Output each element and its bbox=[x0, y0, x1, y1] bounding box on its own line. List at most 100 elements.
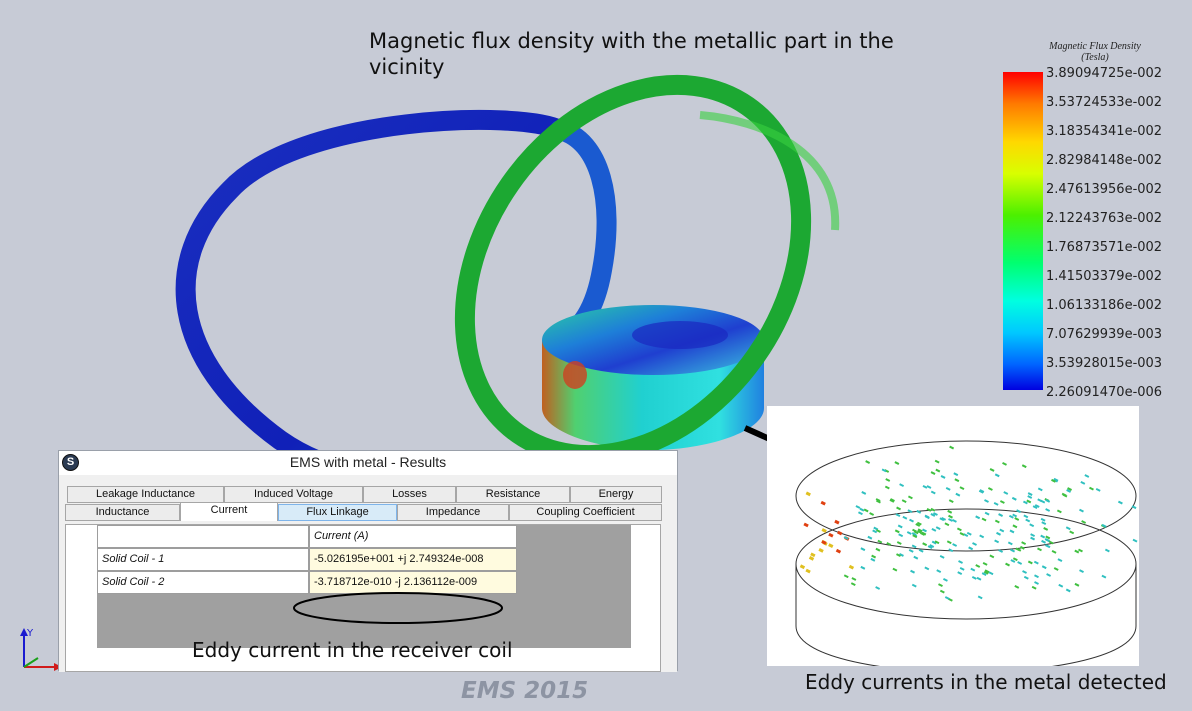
eddy-vector bbox=[1034, 574, 1039, 579]
tab-energy[interactable]: Energy bbox=[570, 486, 662, 503]
eddy-vector bbox=[1012, 557, 1018, 562]
eddy-vector bbox=[922, 484, 928, 489]
eddy-vector bbox=[1057, 558, 1063, 563]
eddy-vector bbox=[972, 542, 977, 546]
eddy-vector bbox=[821, 540, 827, 545]
eddy-vector bbox=[1027, 492, 1033, 496]
legend-value: 2.47613956e-002 bbox=[1046, 182, 1163, 197]
eddy-vector bbox=[1033, 560, 1039, 565]
eddy-vector bbox=[959, 566, 965, 571]
eddy-vector bbox=[1065, 588, 1071, 593]
eddy-vector bbox=[871, 554, 877, 559]
eddy-vector bbox=[994, 539, 1000, 544]
eddy-vector bbox=[1016, 547, 1022, 552]
tab-flux-linkage[interactable]: Flux Linkage bbox=[278, 504, 397, 521]
eddy-vector bbox=[848, 564, 855, 570]
eddy-vector bbox=[1012, 513, 1018, 518]
eddy-vector bbox=[939, 555, 945, 559]
eddy-vector bbox=[875, 586, 881, 590]
eddy-vector bbox=[834, 519, 840, 525]
tab-inductance[interactable]: Inductance bbox=[65, 504, 180, 521]
eddy-vector bbox=[1101, 574, 1107, 579]
tab-current[interactable]: Current bbox=[180, 502, 278, 521]
eddy-vector bbox=[1051, 550, 1057, 554]
eddy-vector bbox=[1012, 524, 1018, 529]
eddy-vector bbox=[898, 533, 904, 538]
eddy-vector bbox=[859, 507, 865, 512]
eddy-vector bbox=[1016, 509, 1022, 514]
eddy-vector bbox=[930, 490, 936, 495]
eddy-vector bbox=[1037, 547, 1042, 552]
eddy-vector bbox=[1078, 548, 1083, 553]
eddy-vector bbox=[1022, 500, 1028, 505]
page-title: Magnetic flux density with the metallic … bbox=[369, 29, 894, 79]
eddy-vector bbox=[1041, 521, 1047, 525]
eddy-vector bbox=[910, 569, 916, 574]
eddy-vector bbox=[820, 500, 826, 506]
eddy-vector bbox=[1046, 573, 1052, 577]
eddy-vector bbox=[810, 552, 816, 558]
eddy-vector bbox=[922, 528, 927, 533]
eddy-vector bbox=[872, 529, 878, 534]
eddy-vector bbox=[808, 556, 815, 561]
eddy-vector bbox=[958, 560, 963, 564]
legend-value: 7.07629939e-003 bbox=[1046, 327, 1163, 342]
eddy-vector bbox=[918, 548, 924, 553]
eddy-vector bbox=[911, 544, 917, 549]
tab-impedance[interactable]: Impedance bbox=[397, 504, 509, 521]
eddy-vector bbox=[1021, 541, 1027, 546]
eddy-vector bbox=[931, 527, 937, 532]
legend-value: 3.53928015e-003 bbox=[1046, 356, 1163, 371]
eddy-vector bbox=[1045, 535, 1051, 540]
eddy-vector bbox=[1027, 560, 1033, 565]
eddy-vector bbox=[799, 564, 806, 570]
eddy-vector bbox=[1089, 486, 1094, 491]
eddy-vector bbox=[884, 485, 890, 490]
eddy-vector bbox=[894, 529, 900, 534]
eddy-vector bbox=[1079, 569, 1084, 574]
eddy-vector bbox=[1079, 508, 1084, 513]
eddy-vector bbox=[911, 583, 917, 588]
tab-resistance[interactable]: Resistance bbox=[456, 486, 570, 503]
window-titlebar[interactable]: S EMS with metal - Results bbox=[59, 451, 677, 473]
eddy-vector bbox=[1095, 487, 1101, 492]
eddy-vector bbox=[1030, 536, 1036, 541]
eddy-vector bbox=[954, 478, 960, 483]
window-title: EMS with metal - Results bbox=[289, 454, 447, 470]
eddy-metal-annotation: Eddy currents in the metal detected bbox=[805, 670, 1167, 694]
eddy-vector bbox=[913, 555, 919, 560]
eddy-vector bbox=[953, 472, 959, 477]
eddy-vector bbox=[1132, 538, 1138, 543]
eddy-vector bbox=[1037, 498, 1043, 503]
eddy-vector bbox=[977, 595, 983, 600]
eddy-vector bbox=[1010, 559, 1016, 563]
ems-watermark: EMS 2015 bbox=[461, 678, 589, 704]
cell-current-coil-1[interactable]: -5.026195e+001 +j 2.749324e-008 bbox=[309, 548, 517, 571]
tab-coupling-coefficient[interactable]: Coupling Coefficient bbox=[509, 504, 662, 521]
eddy-vector bbox=[875, 547, 881, 552]
eddy-vector bbox=[922, 542, 928, 547]
eddy-vector bbox=[901, 499, 907, 503]
eddy-vector bbox=[968, 546, 974, 551]
legend-unit: (Tesla) bbox=[1081, 52, 1109, 63]
eddy-vector bbox=[994, 519, 1000, 524]
tab-losses[interactable]: Losses bbox=[363, 486, 456, 503]
eddy-vector bbox=[989, 468, 995, 472]
legend-value: 3.18354341e-002 bbox=[1046, 124, 1163, 139]
eddy-vector bbox=[945, 486, 951, 491]
eddy-vector bbox=[805, 568, 811, 574]
eddy-vector bbox=[987, 487, 993, 491]
eddy-vector bbox=[949, 445, 955, 450]
eddy-vector bbox=[885, 478, 891, 482]
eddy-vector bbox=[1041, 539, 1047, 544]
eddy-vector bbox=[1002, 462, 1007, 466]
eddy-vector bbox=[1030, 533, 1036, 537]
eddy-vector bbox=[963, 533, 969, 538]
tab-induced-voltage[interactable]: Induced Voltage bbox=[224, 486, 363, 503]
eddy-vector bbox=[1041, 565, 1047, 570]
eddy-vector bbox=[955, 492, 961, 497]
eddy-vector bbox=[926, 485, 932, 489]
eddy-vector bbox=[1043, 527, 1049, 531]
eddy-vector bbox=[989, 554, 995, 559]
tab-leakage-inductance[interactable]: Leakage Inductance bbox=[67, 486, 224, 503]
